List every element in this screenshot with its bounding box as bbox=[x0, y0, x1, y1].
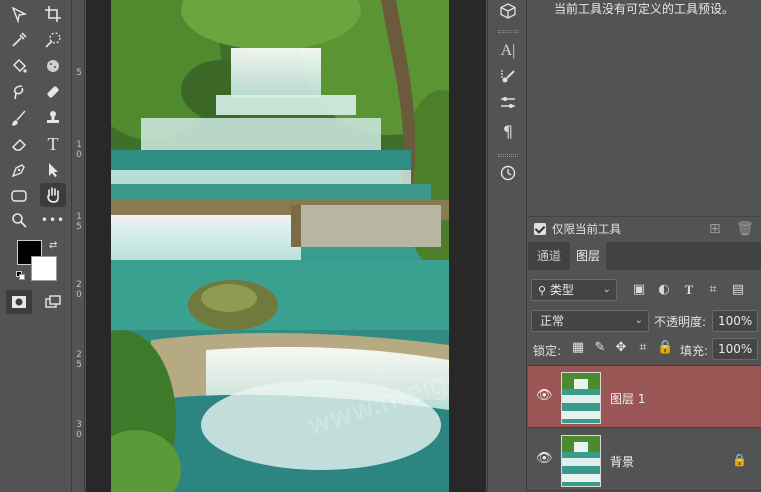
blend-mode-select[interactable]: 正常 ⌄ bbox=[531, 310, 649, 332]
search-icon: ⚲ bbox=[538, 284, 547, 297]
ruler-tick: 1 0 bbox=[76, 140, 82, 160]
filter-shape-icon[interactable]: ⌗ bbox=[705, 282, 721, 298]
history-icon[interactable] bbox=[496, 162, 520, 184]
eye-icon[interactable]: 👁 bbox=[536, 451, 553, 467]
right-panel: 当前工具没有可定义的工具预设。 仅限当前工具 ⊞ 🗑 通道 图层 ⚲ 类型 ⌄ … bbox=[528, 0, 761, 492]
ruler-tick: 1 5 bbox=[76, 212, 82, 232]
character-panel-icon[interactable]: A| bbox=[496, 40, 520, 62]
layer-name[interactable]: 图层 1 bbox=[610, 390, 645, 407]
eye-icon[interactable]: 👁 bbox=[536, 388, 553, 404]
lock-image-icon[interactable]: ✎ bbox=[592, 340, 608, 356]
layer-row[interactable]: 👁 图层 1 bbox=[528, 366, 761, 428]
ruler-tick: 3 0 bbox=[76, 420, 82, 440]
lasso-icon[interactable] bbox=[6, 80, 32, 104]
current-tool-only-checkbox[interactable] bbox=[534, 223, 546, 235]
tools-panel: T ••• ⇄ bbox=[0, 0, 70, 492]
pen-icon[interactable] bbox=[6, 158, 32, 182]
layer-name[interactable]: 背景 bbox=[610, 453, 634, 470]
eraser-icon[interactable] bbox=[6, 132, 32, 156]
fill-field[interactable]: 100% bbox=[712, 338, 758, 360]
trash-icon[interactable]: 🗑 bbox=[736, 221, 754, 237]
healing-icon[interactable] bbox=[40, 80, 66, 104]
dock-grip[interactable] bbox=[498, 154, 518, 157]
sponge-icon[interactable] bbox=[40, 54, 66, 78]
swap-colors-icon[interactable]: ⇄ bbox=[49, 240, 57, 251]
hand-icon[interactable] bbox=[40, 183, 66, 207]
lock-artboard-icon[interactable]: ⌗ bbox=[635, 340, 651, 356]
filter-adjustment-icon[interactable]: ◐ bbox=[656, 282, 672, 298]
opacity-field[interactable]: 100% bbox=[712, 310, 758, 332]
opacity-label: 不透明度: bbox=[654, 315, 707, 329]
filter-type-icon[interactable]: T bbox=[681, 282, 697, 298]
layer-filter-select[interactable]: ⚲ 类型 ⌄ bbox=[531, 279, 617, 301]
path-select-icon[interactable] bbox=[40, 158, 66, 182]
lock-transparent-icon[interactable]: ▦ bbox=[570, 340, 586, 356]
quick-mask-icon[interactable] bbox=[6, 290, 32, 314]
chevron-down-icon: ⌄ bbox=[602, 284, 611, 295]
paragraph-icon[interactable]: ¶ bbox=[496, 120, 520, 142]
current-tool-only-label: 仅限当前工具 bbox=[552, 222, 621, 236]
text-icon[interactable]: T bbox=[40, 132, 66, 156]
ruler-tick: 2 0 bbox=[76, 280, 82, 300]
move-icon[interactable] bbox=[6, 2, 32, 26]
dock-grip[interactable] bbox=[498, 30, 518, 33]
quick-select-icon[interactable] bbox=[40, 28, 66, 52]
screen-mode-icon[interactable] bbox=[40, 290, 66, 314]
filter-kind-value: 类型 bbox=[549, 283, 574, 297]
default-colors-icon[interactable] bbox=[16, 271, 26, 281]
tab-layers[interactable]: 图层 bbox=[570, 242, 607, 270]
ruler-tick: 2 5 bbox=[76, 350, 82, 370]
stamp-icon[interactable] bbox=[40, 106, 66, 130]
paint-bucket-icon[interactable] bbox=[6, 54, 32, 78]
background-color-swatch[interactable] bbox=[31, 256, 57, 281]
filter-smart-object-icon[interactable]: ▤ bbox=[730, 282, 746, 298]
tab-channels[interactable]: 通道 bbox=[531, 242, 567, 270]
fill-label: 填充: bbox=[680, 344, 709, 358]
layer-thumbnail bbox=[561, 372, 601, 424]
adjust-sliders-icon[interactable] bbox=[496, 92, 520, 114]
ruler-tick: 5 bbox=[76, 68, 82, 78]
more-tools-icon[interactable]: ••• bbox=[40, 208, 66, 232]
filter-pixel-icon[interactable]: ▣ bbox=[631, 282, 647, 298]
3d-cube-icon[interactable] bbox=[496, 0, 520, 22]
layer-row[interactable]: 👁 背景 🔒 bbox=[528, 429, 761, 491]
crop-icon[interactable] bbox=[40, 2, 66, 26]
tool-presets-message: 当前工具没有可定义的工具预设。 bbox=[554, 2, 735, 16]
new-preset-icon[interactable]: ⊞ bbox=[709, 221, 721, 237]
document-image[interactable]: www.meigongla.com bbox=[111, 0, 449, 492]
eyedropper-icon[interactable] bbox=[6, 28, 32, 52]
brush-icon[interactable] bbox=[6, 106, 32, 130]
chevron-down-icon: ⌄ bbox=[634, 315, 643, 326]
shape-icon[interactable] bbox=[6, 184, 32, 208]
lock-position-icon[interactable]: ✥ bbox=[613, 340, 629, 356]
brush-settings-icon[interactable] bbox=[496, 66, 520, 88]
blend-mode-value: 正常 bbox=[540, 314, 565, 328]
lock-label: 锁定: bbox=[533, 344, 562, 358]
tool-presets-footer: 仅限当前工具 ⊞ 🗑 bbox=[528, 216, 761, 241]
layers-panel-tabs: 通道 图层 bbox=[528, 242, 761, 270]
collapsed-panel-dock: A| ¶ bbox=[487, 0, 527, 492]
vertical-ruler: 5 1 0 1 5 2 0 2 5 3 0 bbox=[71, 0, 85, 492]
layer-thumbnail bbox=[561, 435, 601, 487]
zoom-icon[interactable] bbox=[6, 208, 32, 232]
lock-all-icon[interactable]: 🔒 bbox=[657, 340, 673, 356]
lock-icon: 🔒 bbox=[732, 453, 747, 467]
